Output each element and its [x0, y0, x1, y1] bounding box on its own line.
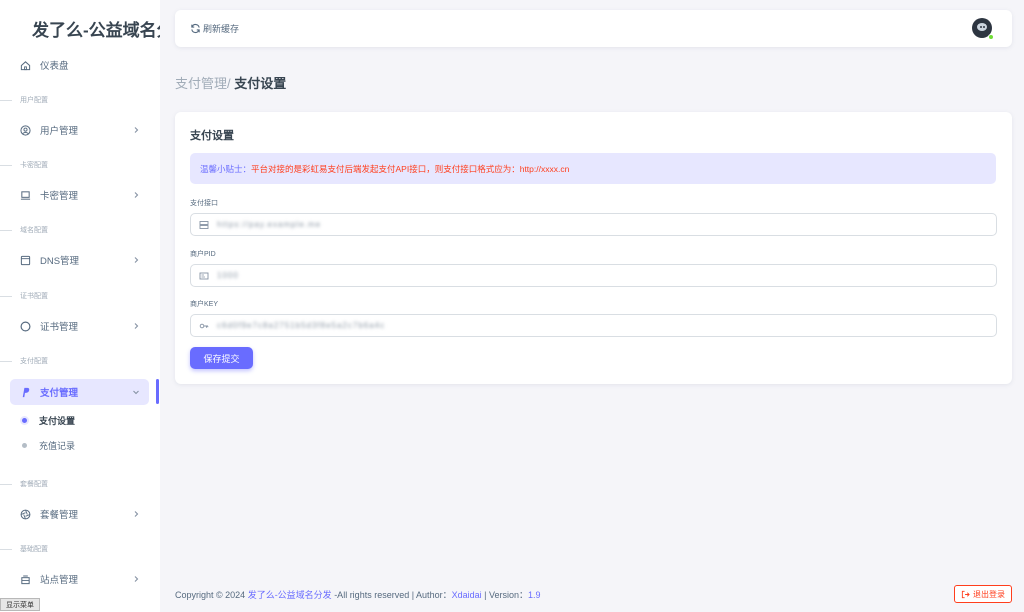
- bullet-icon: [22, 417, 27, 423]
- footer-version-label: | Version：: [481, 590, 528, 600]
- circle-icon: [20, 321, 31, 332]
- chevron-right-icon: [134, 576, 139, 582]
- sidebar-item-label: 卡密管理: [40, 191, 79, 202]
- merchant-pid-value: 1000: [217, 271, 239, 280]
- sidebar-item-payment[interactable]: 支付管理: [10, 379, 149, 405]
- section-header-domain: 域名配置: [0, 224, 160, 236]
- footer-rights: -All rights reserved | Author：: [331, 590, 452, 600]
- top-navbar: 刷新缓存: [175, 10, 1012, 47]
- payment-settings-card: 支付设置 温馨小贴士： 平台对接的是彩虹易支付后端发起支付API接口，则支付接口…: [175, 112, 1012, 384]
- alert-label: 温馨小贴士：: [200, 163, 252, 174]
- chevron-down-icon: [133, 390, 139, 395]
- refresh-icon: [191, 23, 200, 34]
- sidebar-item-dns[interactable]: DNS管理: [10, 247, 149, 273]
- refresh-cache-button[interactable]: 刷新缓存: [190, 22, 239, 35]
- home-icon: [20, 60, 31, 71]
- merchant-key-value: c6d0f9e7c8a2751b5d3f8e5a2c7b6a4c: [217, 321, 386, 330]
- section-header-payment: 支付配置: [0, 355, 160, 367]
- sidebar-item-label: 支付管理: [40, 388, 79, 399]
- refresh-label: 刷新缓存: [203, 24, 240, 34]
- section-header-basic: 基础配置: [0, 543, 160, 555]
- user-circle-icon: [20, 124, 31, 136]
- online-status-dot: [988, 34, 994, 40]
- chevron-right-icon: [134, 127, 139, 133]
- sidebar-item-cert[interactable]: 证书管理: [10, 313, 149, 339]
- field-label-pay-api: 支付接口: [190, 200, 218, 207]
- active-indicator: [156, 379, 159, 404]
- sidebar-subitem-pay-settings[interactable]: 支付设置: [22, 413, 75, 427]
- tip-alert: 温馨小贴士： 平台对接的是彩虹易支付后端发起支付API接口，则支付接口格式应为：…: [190, 153, 996, 184]
- sidebar-subitem-recharge-records[interactable]: 充值记录: [22, 438, 75, 452]
- footer-site-link[interactable]: 发了么-公益域名分发: [248, 590, 332, 600]
- footer: Copyright © 2024 发了么-公益域名分发 -All rights …: [175, 588, 540, 601]
- merchant-pid-input[interactable]: 1000: [190, 264, 997, 287]
- logout-label: 退出登录: [973, 589, 1005, 599]
- sidebar-item-package[interactable]: 套餐管理: [10, 501, 149, 527]
- aperture-icon: [20, 509, 31, 520]
- stack-icon: [20, 574, 31, 585]
- sidebar-item-label: 站点管理: [40, 575, 79, 586]
- show-menu-button[interactable]: 显示菜单: [0, 598, 40, 611]
- section-header-card: 卡密配置: [0, 159, 160, 171]
- chevron-right-icon: [134, 257, 139, 263]
- chevron-right-icon: [134, 192, 139, 198]
- field-label-key: 商户KEY: [190, 301, 219, 308]
- footer-version: 1.9: [527, 590, 541, 600]
- laptop-icon: [20, 190, 31, 201]
- card-title: 支付设置: [190, 130, 234, 142]
- sidebar: 发了么-公益域名分发 仪表盘 用户配置 用户管理 卡密配置 卡密管理 域名配置: [0, 0, 160, 612]
- save-submit-button[interactable]: 保存提交: [190, 347, 253, 369]
- breadcrumb-parent[interactable]: 支付管理/: [175, 76, 231, 91]
- alert-message: 平台对接的是彩虹易支付后端发起支付API接口，则支付接口格式应为：http://…: [251, 163, 570, 174]
- chevron-right-icon: [134, 323, 139, 329]
- sidebar-item-card[interactable]: 卡密管理: [10, 182, 149, 208]
- page-title: 支付设置: [234, 76, 287, 91]
- sidebar-item-label: 仪表盘: [40, 61, 69, 72]
- window-icon: [20, 255, 31, 266]
- sidebar-item-label: 套餐管理: [40, 510, 79, 521]
- logout-icon: [961, 590, 970, 598]
- pay-api-value: https://pay.example.me: [217, 220, 322, 229]
- key-icon: [199, 321, 209, 331]
- merchant-key-input[interactable]: c6d0f9e7c8a2751b5d3f8e5a2c7b6a4c: [190, 314, 997, 337]
- section-header-user: 用户配置: [0, 94, 160, 106]
- sidebar-item-label: 用户管理: [40, 126, 79, 137]
- sidebar-item-site[interactable]: 站点管理: [10, 566, 149, 592]
- sidebar-item-label: 证书管理: [40, 322, 79, 333]
- breadcrumb: 支付管理/ 支付设置: [175, 73, 286, 92]
- field-label-pid: 商户PID: [190, 251, 216, 258]
- footer-author-link[interactable]: Xdaidai: [452, 590, 482, 600]
- bullet-icon: [22, 442, 27, 448]
- chevron-right-icon: [134, 511, 139, 517]
- paypal-icon: [20, 387, 31, 398]
- sidebar-item-user[interactable]: 用户管理: [10, 117, 149, 143]
- logout-button[interactable]: 退出登录: [954, 585, 1012, 603]
- sidebar-item-label: DNS管理: [40, 256, 80, 267]
- brand-name: 发了么-公益域名分发: [32, 20, 160, 40]
- footer-copyright: Copyright © 2024: [175, 590, 248, 600]
- sidebar-item-dashboard[interactable]: 仪表盘: [10, 52, 149, 78]
- section-header-cert: 证书配置: [0, 290, 160, 302]
- pay-api-input[interactable]: https://pay.example.me: [190, 213, 997, 236]
- server-icon: [199, 220, 209, 230]
- section-header-package: 套餐配置: [0, 478, 160, 490]
- brand[interactable]: 发了么-公益域名分发: [0, 0, 160, 56]
- id-card-icon: [199, 271, 209, 281]
